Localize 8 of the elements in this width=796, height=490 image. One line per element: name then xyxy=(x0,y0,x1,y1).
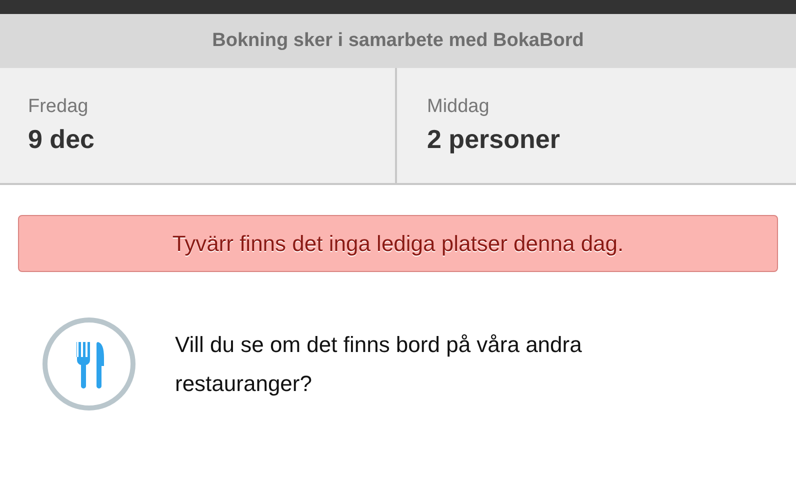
selector-value[interactable]: 2 personer xyxy=(427,124,560,155)
alert-text: Tyvärr finns det inga lediga platser denna dag. xyxy=(172,230,624,256)
banner-text: Bokning sker i samarbete med BokaBord xyxy=(212,30,584,52)
selector-value[interactable]: 9 dec xyxy=(28,124,94,155)
fork-knife-icon xyxy=(41,316,137,412)
selector-label: Middag xyxy=(427,96,490,118)
selector-label: Fredag xyxy=(28,96,88,118)
suggestion-text: Vill du se om det finns bord på våra andra restauranger? xyxy=(175,331,583,398)
